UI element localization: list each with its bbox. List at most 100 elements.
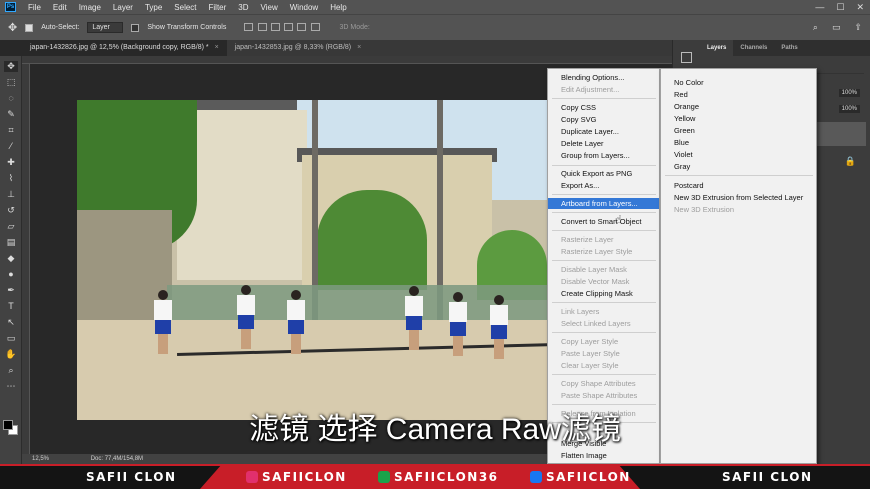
close-window-button[interactable]: ✕: [856, 2, 864, 13]
healing-tool-icon[interactable]: ✚: [4, 157, 18, 168]
close-icon[interactable]: ×: [357, 44, 361, 51]
menu-item-artboard-from-layers[interactable]: Artboard from Layers...: [548, 198, 659, 209]
tab-paths[interactable]: Paths: [774, 40, 804, 56]
tab-layers[interactable]: Layers: [700, 40, 734, 56]
menu-item-blending-options[interactable]: Blending Options...: [548, 72, 659, 83]
menu-item-orange[interactable]: Orange: [661, 101, 816, 112]
menu-item-gray[interactable]: Gray: [661, 161, 816, 172]
menu-bar: Ps File Edit Image Layer Type Select Fil…: [0, 0, 870, 14]
properties-icon[interactable]: [681, 52, 692, 63]
menu-item-convert-to-smart-object[interactable]: Convert to Smart Object: [548, 216, 659, 227]
pen-tool-icon[interactable]: ✒: [4, 285, 18, 296]
search-icon[interactable]: ⌕: [813, 22, 818, 33]
menu-type[interactable]: Type: [139, 3, 168, 12]
player: [488, 295, 510, 361]
menu-item-flatten-image[interactable]: Flatten Image: [548, 450, 659, 461]
minimize-button[interactable]: —: [815, 2, 824, 12]
tiktok-icon: [378, 471, 390, 483]
eyedropper-tool-icon[interactable]: ⁄: [4, 141, 18, 152]
menu-item-violet[interactable]: Violet: [661, 149, 816, 160]
eraser-tool-icon[interactable]: ▱: [4, 221, 18, 232]
document-tabs: japan-1432826.jpg @ 12,5% (Background co…: [22, 40, 672, 56]
blur-tool-icon[interactable]: ◆: [4, 253, 18, 264]
menu-item-copy-layer-style: Copy Layer Style: [561, 337, 619, 346]
brush-tool-icon[interactable]: ⌇: [4, 173, 18, 184]
menu-view[interactable]: View: [255, 3, 284, 12]
gradient-tool-icon[interactable]: ▤: [4, 237, 18, 248]
menu-separator: [552, 212, 656, 213]
align-bottom-icon[interactable]: [270, 22, 280, 31]
align-middle-icon[interactable]: [257, 22, 267, 31]
options-bar: ✥ Auto-Select: Layer Show Transform Cont…: [0, 14, 870, 40]
align-left-icon[interactable]: [284, 22, 294, 31]
maximize-button[interactable]: ☐: [836, 2, 844, 13]
menu-item-blue[interactable]: Blue: [661, 137, 816, 148]
player: [403, 286, 425, 352]
align-top-icon[interactable]: [244, 22, 254, 31]
menu-help[interactable]: Help: [324, 3, 352, 12]
document-image[interactable]: [77, 100, 547, 420]
menu-item-copy-css[interactable]: Copy CSS: [548, 102, 659, 113]
menu-item-paste-shape-attributes: Paste Shape Attributes: [561, 391, 638, 400]
menu-window[interactable]: Window: [284, 3, 324, 12]
more-tools-icon[interactable]: ⋯: [4, 381, 18, 392]
auto-select-dropdown[interactable]: Layer: [87, 22, 124, 33]
quick-select-tool-icon[interactable]: ✎: [4, 109, 18, 120]
auto-select-checkbox[interactable]: [25, 23, 34, 32]
menu-item-new-3d-extrusion-selected[interactable]: New 3D Extrusion from Selected Layer: [661, 192, 816, 203]
menu-item-red[interactable]: Red: [661, 89, 816, 100]
zoom-level[interactable]: 12,5%: [32, 456, 49, 462]
menu-item-postcard[interactable]: Postcard: [661, 180, 816, 191]
menu-item-yellow[interactable]: Yellow: [661, 113, 816, 124]
marquee-tool-icon[interactable]: ⬚: [4, 77, 18, 88]
player: [152, 290, 174, 356]
type-tool-icon[interactable]: T: [4, 301, 18, 312]
zoom-tool-icon[interactable]: ⌕: [4, 365, 18, 376]
menu-layer[interactable]: Layer: [107, 3, 139, 12]
path-select-tool-icon[interactable]: ↖: [4, 317, 18, 328]
tab-japan-1432853[interactable]: japan-1432853.jpg @ 8,33% (RGB/8) ×: [227, 40, 370, 56]
hand-tool-icon[interactable]: ✋: [4, 349, 18, 360]
share-icon[interactable]: ⇪: [854, 22, 862, 33]
menu-item-export-as[interactable]: Export As...: [548, 180, 659, 191]
show-transform-checkbox[interactable]: [131, 23, 140, 32]
workspace-icon[interactable]: ▭: [832, 22, 841, 33]
tab-japan-1432826[interactable]: japan-1432826.jpg @ 12,5% (Background co…: [22, 40, 227, 56]
foreground-color-swatch[interactable]: [3, 420, 13, 430]
move-tool-icon[interactable]: ✥: [4, 61, 18, 72]
menu-item-group-from-layers[interactable]: Group from Layers...: [548, 150, 659, 161]
menu-item-create-clipping-mask[interactable]: Create Clipping Mask: [548, 288, 659, 299]
banner-instagram: SAFIICLON: [246, 470, 347, 484]
close-icon[interactable]: ×: [215, 44, 219, 51]
menu-item-no-color[interactable]: No Color: [661, 77, 816, 88]
menu-edit[interactable]: Edit: [47, 3, 73, 12]
dodge-tool-icon[interactable]: ●: [4, 269, 18, 280]
menu-item-copy-shape-attributes: Copy Shape Attributes: [561, 379, 636, 388]
menu-separator: [552, 260, 656, 261]
menu-item-quick-export-png[interactable]: Quick Export as PNG: [548, 168, 659, 179]
tree: [317, 190, 427, 290]
menu-image[interactable]: Image: [73, 3, 107, 12]
instagram-icon: [246, 471, 258, 483]
menu-item-disable-layer-mask: Disable Layer Mask: [561, 265, 627, 274]
menu-select[interactable]: Select: [168, 3, 202, 12]
tab-channels[interactable]: Channels: [733, 40, 774, 56]
lasso-tool-icon[interactable]: ◌: [4, 93, 18, 104]
shape-tool-icon[interactable]: ▭: [4, 333, 18, 344]
opacity-value[interactable]: 100%: [838, 89, 860, 97]
menu-file[interactable]: File: [22, 3, 47, 12]
menu-3d[interactable]: 3D: [232, 3, 254, 12]
fill-value[interactable]: 100%: [838, 105, 860, 113]
stamp-tool-icon[interactable]: ⊥: [4, 189, 18, 200]
menu-item-copy-svg[interactable]: Copy SVG: [548, 114, 659, 125]
menu-item-green[interactable]: Green: [661, 125, 816, 136]
menu-separator: [552, 230, 656, 231]
crop-tool-icon[interactable]: ⌗: [4, 125, 18, 136]
align-right-icon[interactable]: [310, 22, 320, 31]
history-brush-icon[interactable]: ↺: [4, 205, 18, 216]
menu-filter[interactable]: Filter: [203, 3, 233, 12]
menu-item-delete-layer[interactable]: Delete Layer: [548, 138, 659, 149]
align-center-icon[interactable]: [297, 22, 307, 31]
menu-item-duplicate-layer[interactable]: Duplicate Layer...: [548, 126, 659, 137]
move-tool-icon[interactable]: ✥: [8, 21, 17, 34]
